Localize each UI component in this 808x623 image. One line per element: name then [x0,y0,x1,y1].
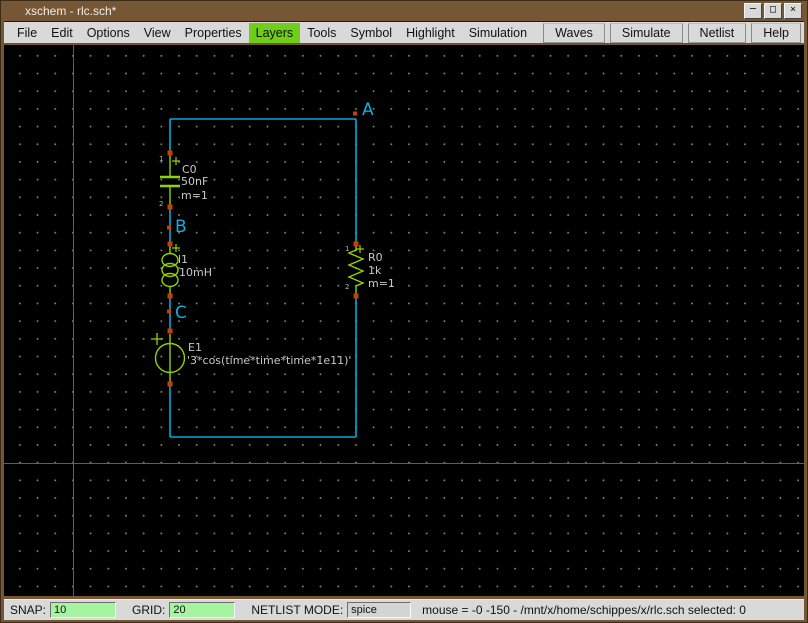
pin-source-2 [167,381,173,387]
close-icon[interactable]: × [784,3,802,19]
capacitor-pin2-number: 2 [159,200,164,208]
pin-inductor-2 [167,293,173,299]
resistor-value[interactable]: 1k [368,264,381,277]
help-button[interactable]: Help [751,22,801,43]
menu-simulation[interactable]: Simulation [462,23,534,43]
capacitor-pin1-number: 1 [159,155,164,163]
menu-symbol[interactable]: Symbol [343,23,399,43]
xschem-window: { "window": { "title": "xschem - rlc.sch… [0,0,808,623]
menu-layers[interactable]: Layers [248,22,301,43]
netlist-button[interactable]: Netlist [687,22,747,43]
resistor-pin2-number: 2 [345,283,350,291]
status-bar: SNAP: 10 GRID: 20 NETLIST MODE: spice mo… [4,599,804,620]
pin-inductor-1 [167,241,173,247]
inductor-symbol[interactable] [161,244,180,296]
inductor-value[interactable]: 10mH [179,266,212,279]
resistor-ref[interactable]: R0 [368,251,383,264]
pin-source-1 [167,328,173,334]
source-ref[interactable]: E1 [188,341,202,354]
maximize-icon[interactable]: □ [764,3,782,19]
menu-properties[interactable]: Properties [178,23,249,43]
snap-input[interactable]: 10 [50,602,117,618]
menu-file[interactable]: File [10,23,44,43]
snap-label: SNAP: [10,603,47,617]
menu-highlight[interactable]: Highlight [399,23,462,43]
menu-edit[interactable]: Edit [44,23,80,43]
window-title: xschem - rlc.sch* [25,4,117,18]
voltage-source-symbol[interactable] [151,333,186,382]
anchor-label-b [167,225,171,230]
netlist-mode-input[interactable]: spice [347,602,412,618]
menu-tools[interactable]: Tools [300,23,343,43]
voltage-source-plus-mark [151,333,163,345]
netlist-mode-label: NETLIST MODE: [251,603,344,617]
pin-resistor-1 [353,241,359,247]
menu-view[interactable]: View [137,23,178,43]
grid-input[interactable]: 20 [169,602,236,618]
net-label-c[interactable]: C [175,305,187,322]
pin-capacitor-2 [167,204,173,210]
resistor-pin1-number: 1 [345,245,350,253]
inductor-ref[interactable]: l1 [178,253,188,266]
inductor-plus-mark [172,244,180,252]
schematic-canvas[interactable]: C0 50nF m=1 l1 10mH E1 '3*cos(time*time*… [4,45,804,596]
pin-capacitor-1 [167,150,173,156]
window-controls: ─ □ × [744,3,802,19]
minimize-icon[interactable]: ─ [744,3,762,19]
waves-button[interactable]: Waves [543,22,605,43]
schematic-drawing [151,111,365,438]
pin-resistor-2 [353,293,359,299]
net-label-a[interactable]: A [362,102,374,119]
capacitor-mult[interactable]: m=1 [181,189,208,202]
resistor-mult[interactable]: m=1 [368,277,395,290]
resistor-symbol[interactable] [347,244,365,296]
title-bar[interactable]: xschem - rlc.sch* ─ □ × [0,0,808,21]
simulate-button[interactable]: Simulate [609,22,683,43]
mouse-coordinates-text: mouse = -0 -150 - /mnt/x/home/schippes/x… [422,603,746,617]
anchor-label-c [167,309,171,314]
net-label-b[interactable]: B [175,219,187,236]
menu-bar: File Edit Options View Properties Layers… [4,21,804,44]
source-value[interactable]: '3*cos(time*time*time*1e11)' [187,354,351,367]
anchor-label-a [353,111,357,116]
capacitor-value[interactable]: 50nF [181,175,208,188]
menu-options[interactable]: Options [80,23,137,43]
capacitor-plus-mark [172,157,180,165]
grid-label: GRID: [132,603,166,617]
